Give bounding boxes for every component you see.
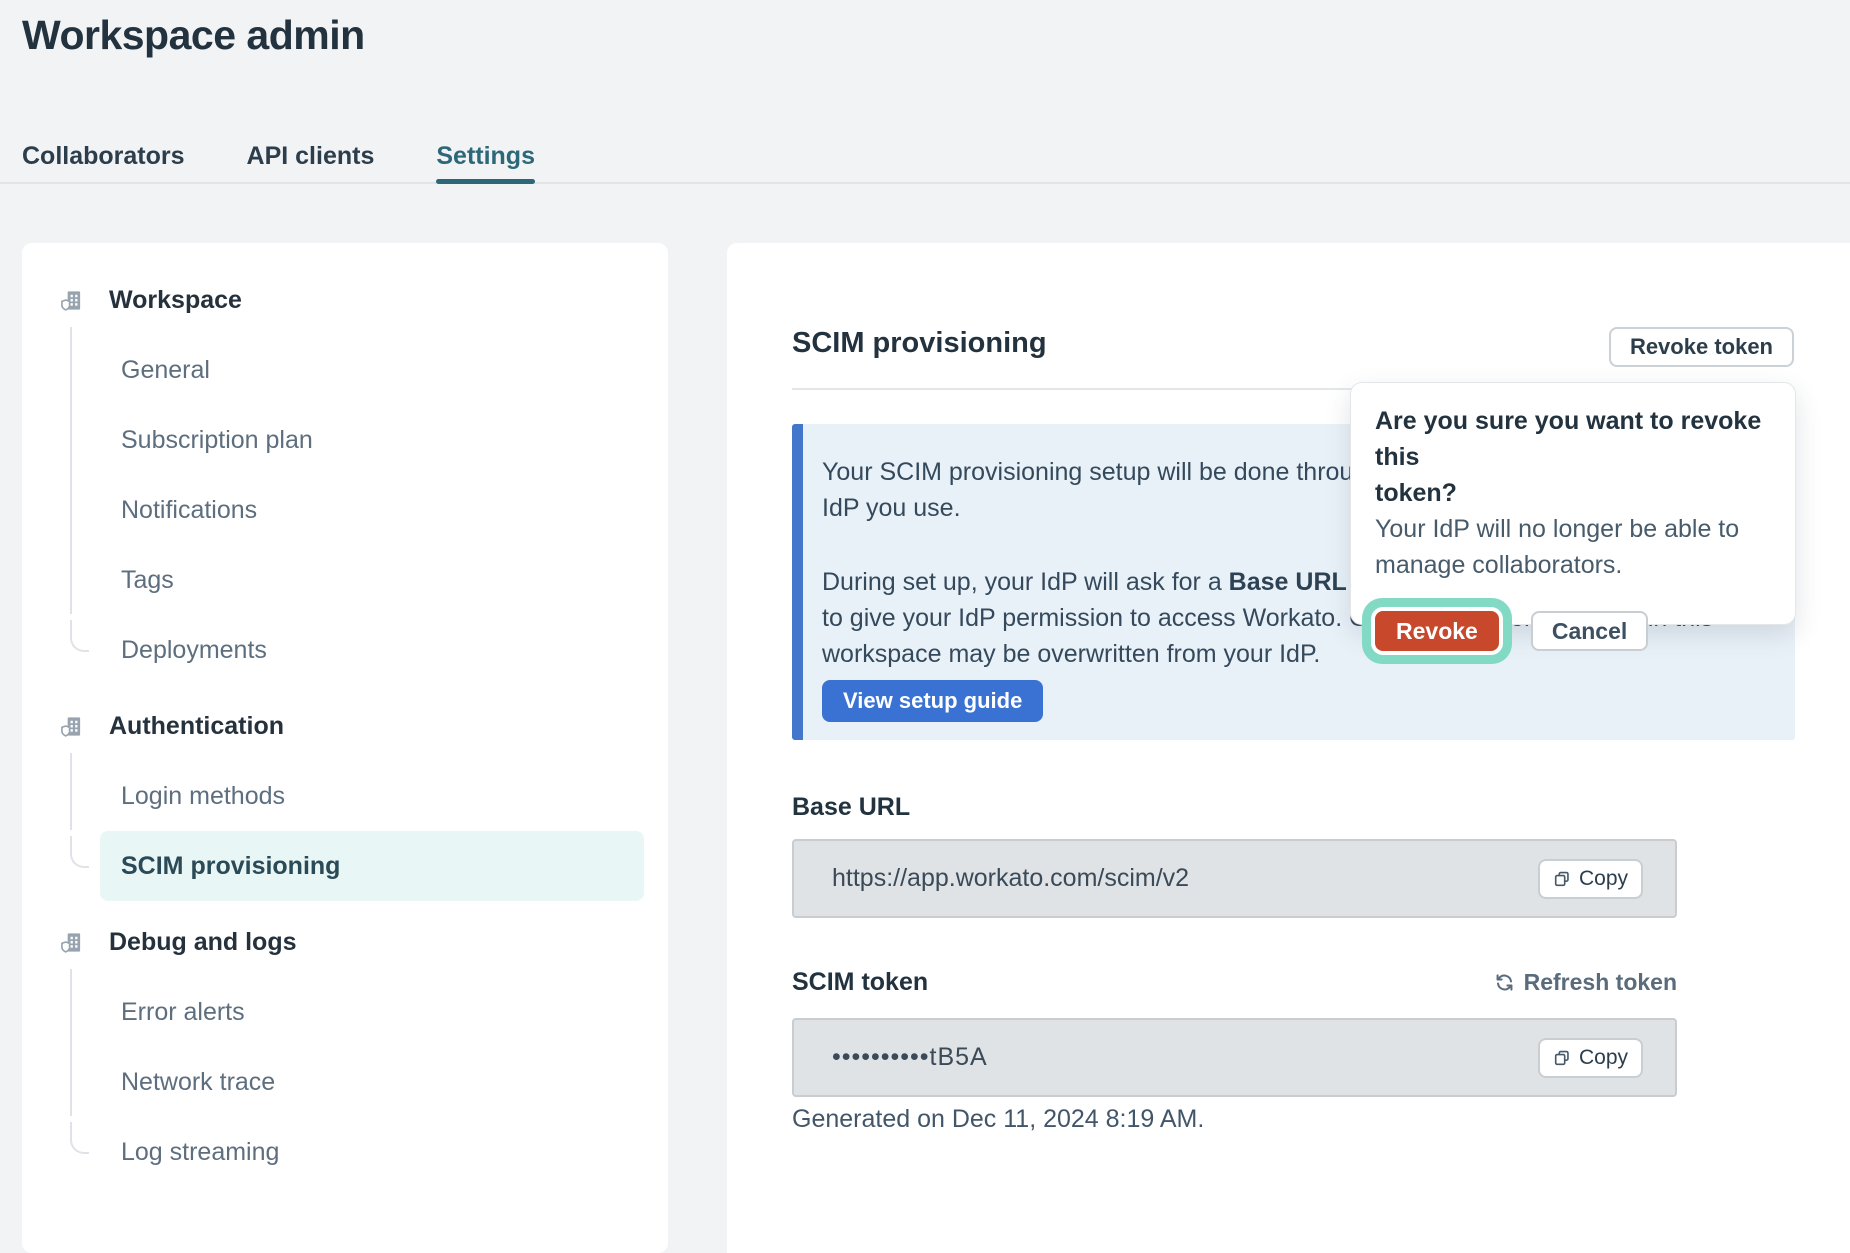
workspace-building-icon bbox=[60, 289, 83, 312]
sidebar-section-authentication: Authentication Login methods SCIM provis… bbox=[22, 691, 668, 901]
sidebar-item-error-alerts[interactable]: Error alerts bbox=[100, 977, 644, 1047]
sidebar-section-header: Authentication bbox=[22, 691, 668, 761]
token-generated-note: Generated on Dec 11, 2024 8:19 AM. bbox=[792, 1105, 1204, 1134]
tab-settings[interactable]: Settings bbox=[436, 136, 535, 182]
debug-logs-building-icon bbox=[60, 931, 83, 954]
base-url-label: Base URL bbox=[792, 793, 910, 822]
sidebar-item-login-methods[interactable]: Login methods bbox=[100, 761, 644, 831]
tab-bar: Collaborators API clients Settings bbox=[0, 136, 1850, 184]
sidebar-section-label: Debug and logs bbox=[109, 928, 297, 957]
tab-api-clients[interactable]: API clients bbox=[247, 136, 375, 182]
sidebar-section-debug-and-logs: Debug and logs Error alerts Network trac… bbox=[22, 907, 668, 1187]
sidebar-item-network-trace[interactable]: Network trace bbox=[100, 1047, 644, 1117]
copy-icon bbox=[1553, 870, 1571, 888]
revoke-confirm-button[interactable]: Revoke bbox=[1375, 611, 1499, 651]
tab-collaborators[interactable]: Collaborators bbox=[22, 136, 185, 182]
sidebar-item-notifications[interactable]: Notifications bbox=[100, 475, 644, 545]
copy-scim-token-button[interactable]: Copy bbox=[1538, 1038, 1643, 1078]
sidebar-section-header: Workspace bbox=[22, 265, 668, 335]
sidebar-section-label: Workspace bbox=[109, 286, 242, 315]
popover-title: Are you sure you want to revoke this bbox=[1375, 403, 1771, 475]
sidebar-item-deployments[interactable]: Deployments bbox=[100, 615, 644, 685]
settings-sidebar: Workspace General Subscription plan Noti… bbox=[22, 243, 668, 1253]
refresh-token-button[interactable]: Refresh token bbox=[1494, 969, 1677, 996]
popover-body: Your IdP will no longer be able to bbox=[1375, 511, 1771, 547]
popover-actions: Revoke Cancel bbox=[1375, 611, 1771, 651]
sidebar-item-tags[interactable]: Tags bbox=[100, 545, 644, 615]
sidebar-section-header: Debug and logs bbox=[22, 907, 668, 977]
revoke-confirmation-popover: Are you sure you want to revoke this tok… bbox=[1350, 382, 1796, 625]
authentication-building-icon bbox=[60, 715, 83, 738]
scim-token-field: ••••••••••tB5A Copy bbox=[792, 1018, 1677, 1097]
page-title: Workspace admin bbox=[22, 12, 365, 59]
base-url-field: https://app.workato.com/scim/v2 Copy bbox=[792, 839, 1677, 918]
cancel-button[interactable]: Cancel bbox=[1531, 611, 1648, 651]
sidebar-section-label: Authentication bbox=[109, 712, 284, 741]
base-url-value: https://app.workato.com/scim/v2 bbox=[832, 864, 1189, 893]
sidebar-item-scim-provisioning[interactable]: SCIM provisioning bbox=[100, 831, 644, 901]
sidebar-item-general[interactable]: General bbox=[100, 335, 644, 405]
sidebar-item-log-streaming[interactable]: Log streaming bbox=[100, 1117, 644, 1187]
revoke-token-button[interactable]: Revoke token bbox=[1609, 327, 1794, 367]
scim-token-label: SCIM token bbox=[792, 968, 928, 997]
sidebar-section-workspace: Workspace General Subscription plan Noti… bbox=[22, 265, 668, 685]
refresh-icon bbox=[1494, 972, 1515, 993]
scim-token-header-row: SCIM token Refresh token bbox=[792, 968, 1677, 997]
panel-title: SCIM provisioning bbox=[792, 327, 1047, 360]
sidebar-item-subscription-plan[interactable]: Subscription plan bbox=[100, 405, 644, 475]
popover-title: token? bbox=[1375, 475, 1771, 511]
view-setup-guide-button[interactable]: View setup guide bbox=[822, 680, 1043, 722]
popover-body: manage collaborators. bbox=[1375, 547, 1771, 583]
copy-icon bbox=[1553, 1049, 1571, 1067]
scim-token-value: ••••••••••tB5A bbox=[832, 1043, 988, 1072]
copy-base-url-button[interactable]: Copy bbox=[1538, 859, 1643, 899]
